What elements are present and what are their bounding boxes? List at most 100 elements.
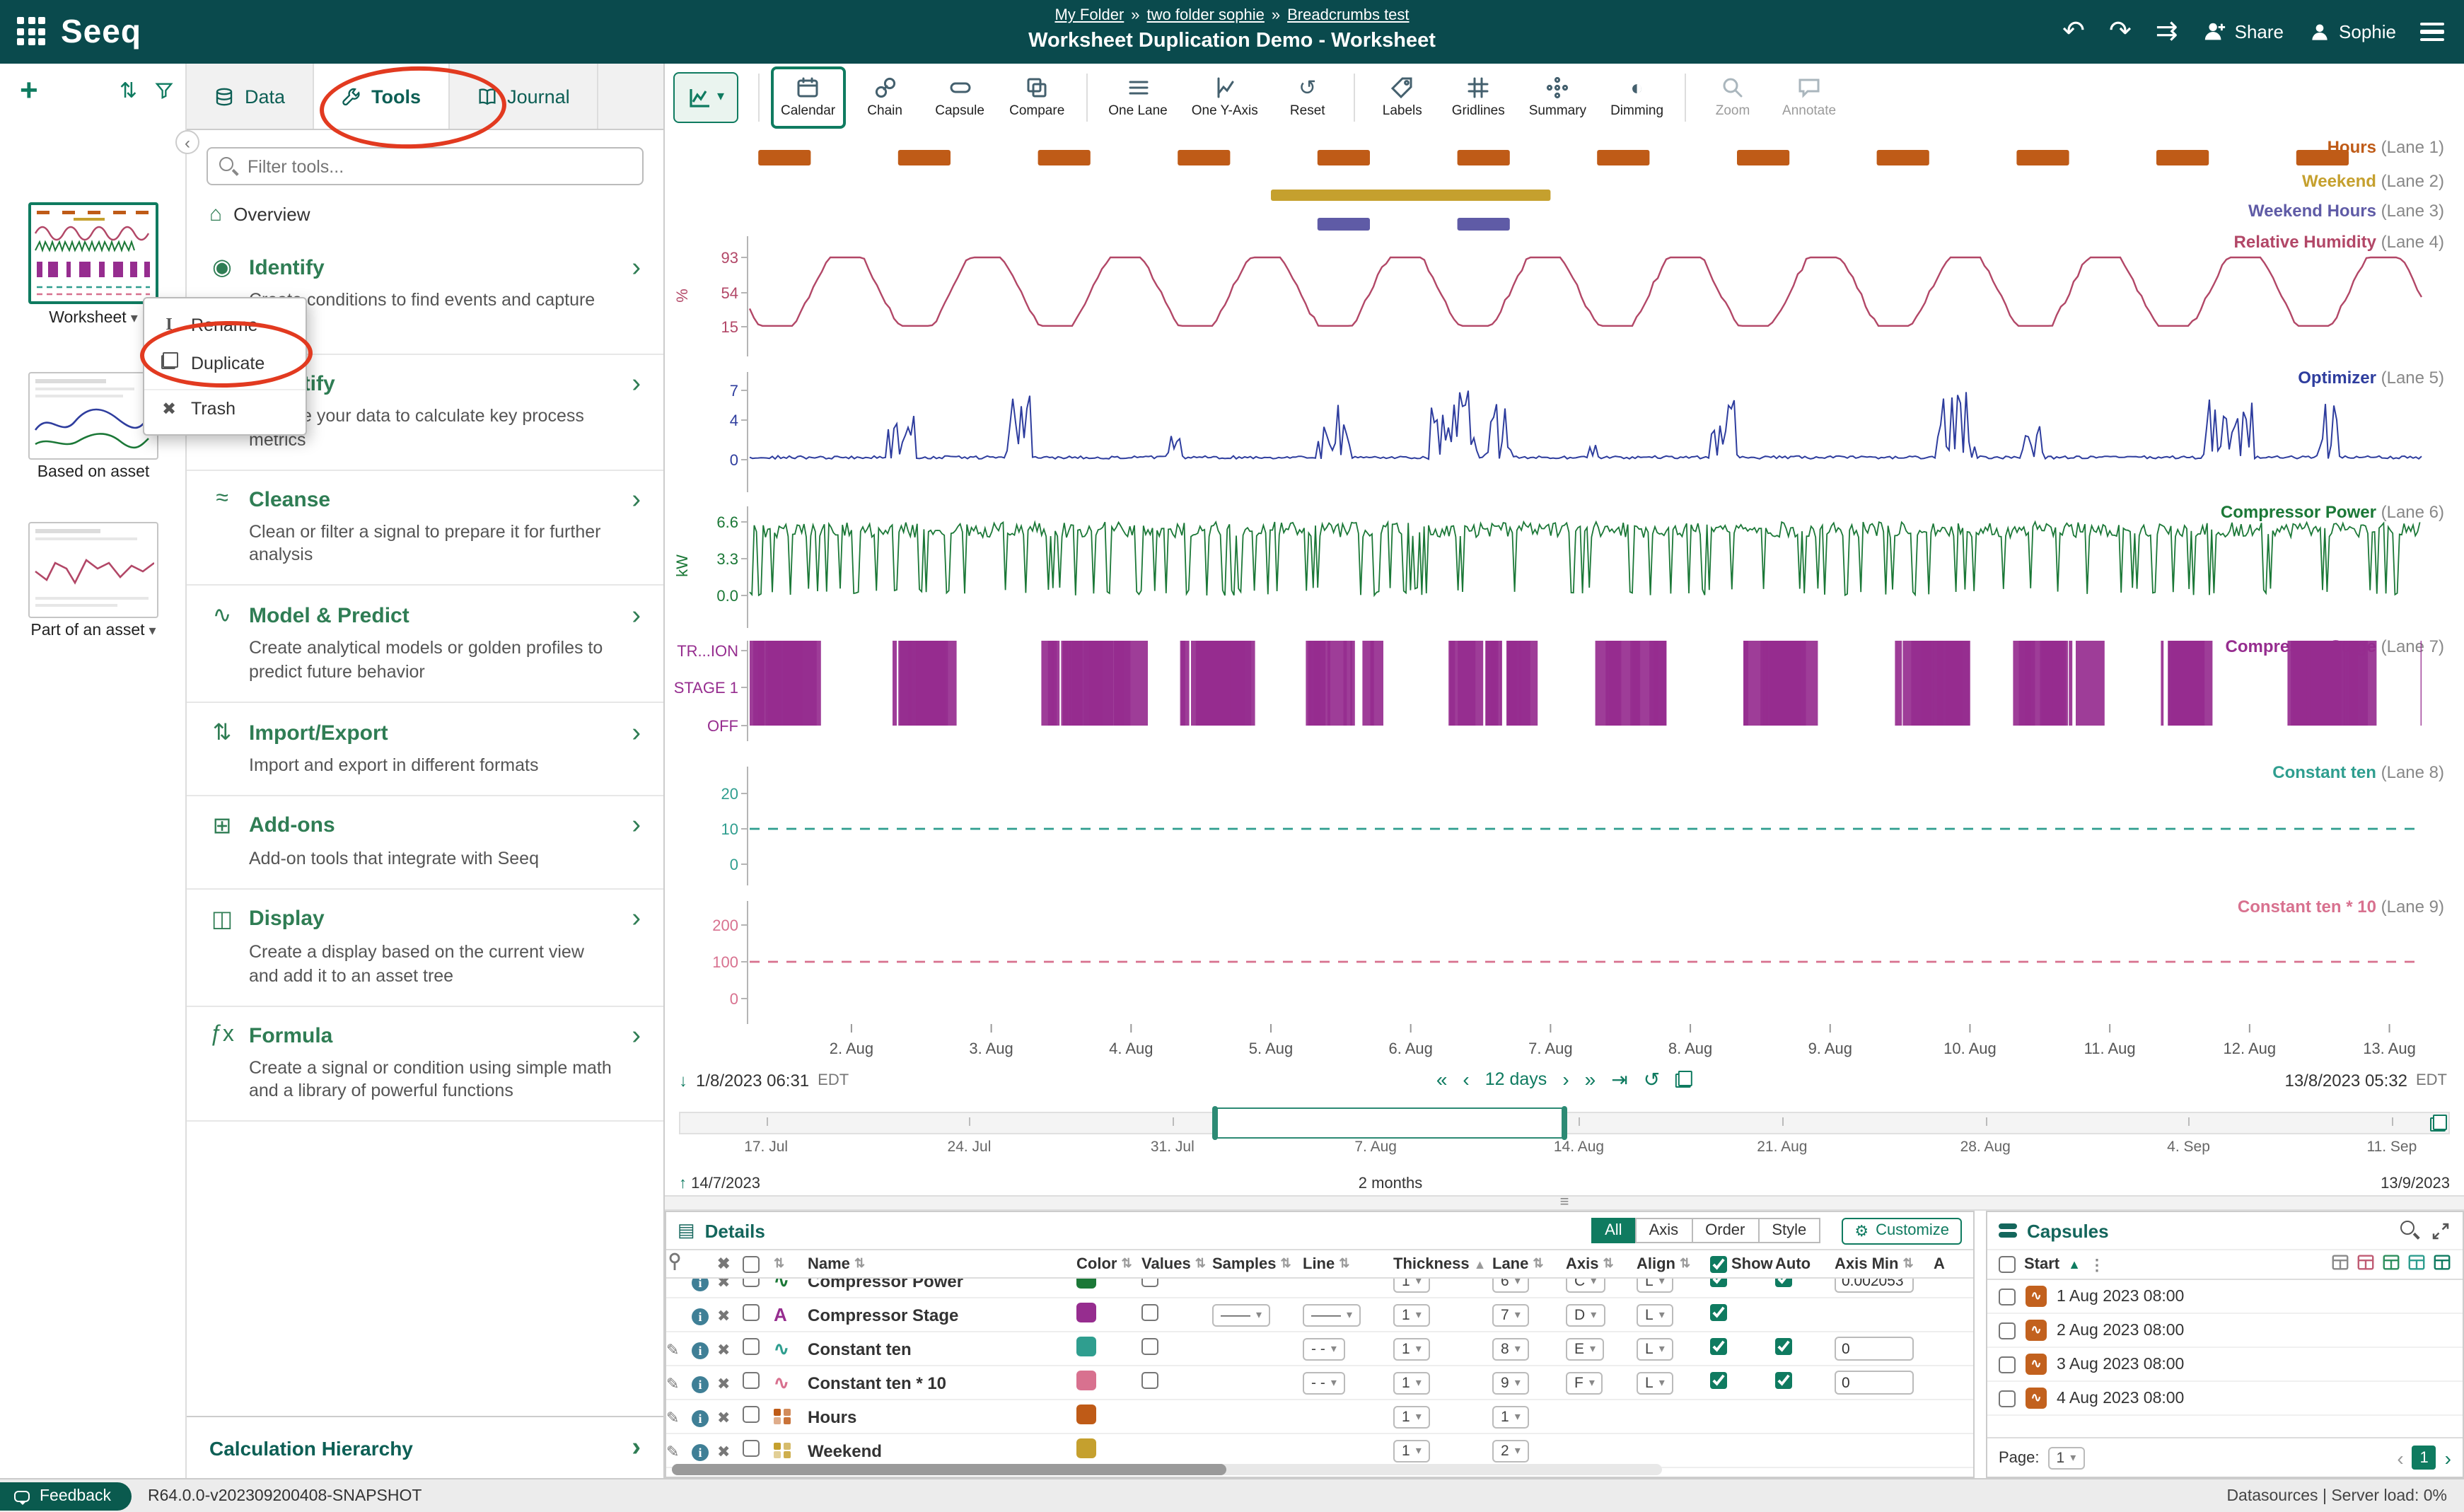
capsule-bar[interactable]: [1318, 218, 1370, 231]
context-menu-trash[interactable]: ✖ Trash: [144, 389, 306, 427]
row-select-checkbox[interactable]: [743, 1338, 760, 1355]
info-icon[interactable]: i: [692, 1409, 709, 1426]
axis-min-input[interactable]: 0: [1835, 1337, 1914, 1361]
stage-bar[interactable]: [929, 641, 935, 726]
step-forward-button[interactable]: ›: [1562, 1069, 1569, 1089]
trend-chart[interactable]: Hours (Lane 1)Weekend (Lane 2)Weekend Ho…: [665, 130, 2464, 1066]
toolbar-button-one-y-axis[interactable]: One Y-Axis: [1182, 66, 1268, 128]
stage-bar[interactable]: [783, 641, 788, 726]
capsule-bar[interactable]: [2016, 150, 2069, 165]
toolbar-button-zoom[interactable]: Zoom: [1697, 66, 1768, 128]
remove-icon[interactable]: ✖: [717, 1376, 730, 1392]
worksheet-label-3[interactable]: Part of an asset▾: [0, 622, 187, 639]
column-header-thickness[interactable]: Thickness▲: [1393, 1255, 1492, 1272]
color-swatch[interactable]: [1076, 1303, 1096, 1322]
capsule-bar[interactable]: [2296, 150, 2349, 165]
axis-min-input[interactable]: 0.002053: [1835, 1279, 1914, 1293]
align-select[interactable]: L▾: [1637, 1337, 1673, 1360]
capsule-bar[interactable]: [1458, 150, 1510, 165]
capsule-table-view-icon-4[interactable]: [2407, 1253, 2426, 1276]
breadcrumb-link-my-folder[interactable]: My Folder: [1054, 7, 1124, 24]
toolbar-button-one-lane[interactable]: One Lane: [1098, 66, 1177, 128]
column-header-line[interactable]: Line⇅: [1303, 1255, 1393, 1272]
toolbar-button-summary[interactable]: Summary: [1519, 66, 1596, 128]
stage-bar[interactable]: [2421, 641, 2422, 726]
axis-select[interactable]: C▾: [1566, 1279, 1605, 1292]
timeline-start-date[interactable]: 14/7/2023: [691, 1175, 760, 1192]
worksheet-thumbnail-2[interactable]: [28, 372, 158, 460]
lane-select[interactable]: 1▾: [1492, 1405, 1529, 1428]
worksheet-thumbnail-3[interactable]: [28, 522, 158, 618]
thickness-select[interactable]: 1▾: [1393, 1337, 1430, 1360]
values-checkbox[interactable]: [1141, 1279, 1158, 1287]
capsule-row[interactable]: ∿4 Aug 2023 08:00: [1987, 1382, 2463, 1416]
capsule-table-view-icon-5[interactable]: [2433, 1253, 2451, 1276]
tool-item-add-ons[interactable]: ⊞Add-ons›Add-on tools that integrate wit…: [187, 796, 663, 890]
toolbar-button-compare[interactable]: Compare: [999, 66, 1074, 128]
range-end[interactable]: 13/8/2023 05:32: [2285, 1071, 2408, 1091]
current-page-button[interactable]: 1: [2412, 1446, 2436, 1470]
lane-select[interactable]: 9▾: [1492, 1371, 1529, 1394]
breadcrumb-link-breadcrumbs-test[interactable]: Breadcrumbs test: [1287, 7, 1409, 24]
info-icon[interactable]: i: [692, 1308, 709, 1325]
info-icon[interactable]: i: [692, 1376, 709, 1392]
app-grid-icon[interactable]: [17, 17, 47, 47]
remove-icon[interactable]: ✖: [717, 1443, 730, 1460]
row-select-checkbox[interactable]: [743, 1440, 760, 1457]
view-button-all[interactable]: All: [1591, 1218, 1636, 1243]
details-horizontal-scrollbar[interactable]: [672, 1464, 1662, 1475]
step-far-back-button[interactable]: «: [1436, 1069, 1448, 1089]
step-far-forward-button[interactable]: »: [1585, 1069, 1596, 1089]
add-worksheet-button[interactable]: +: [20, 75, 38, 106]
stage-bar[interactable]: [1309, 641, 1320, 726]
context-menu-duplicate[interactable]: Duplicate: [144, 344, 306, 382]
details-row-constant-ten[interactable]: ✎i✖∿Constant ten- -▾1▾8▾E▾L▾0: [666, 1332, 1973, 1366]
values-checkbox[interactable]: [1141, 1304, 1158, 1321]
details-row-constant-ten-10[interactable]: ✎i✖∿Constant ten * 10- -▾1▾9▾F▾L▾0: [666, 1366, 1973, 1400]
worksheet-caret-icon[interactable]: ▾: [149, 624, 156, 639]
details-row-weekend[interactable]: ✎i✖Weekend1▾2▾: [666, 1434, 1973, 1468]
info-icon[interactable]: i: [692, 1279, 709, 1291]
lane-select[interactable]: 2▾: [1492, 1439, 1529, 1462]
view-button-axis[interactable]: Axis: [1635, 1218, 1693, 1243]
details-row-compressor-stage[interactable]: i✖ACompressor Stage——▾——▾1▾7▾D▾L▾: [666, 1298, 1973, 1332]
stage-bar[interactable]: [1181, 641, 1185, 726]
color-swatch[interactable]: [1076, 1337, 1096, 1356]
capsule-table-view-icon-3[interactable]: [2382, 1253, 2400, 1276]
line-style-select[interactable]: - -▾: [1303, 1371, 1345, 1394]
details-row-hours[interactable]: ✎i✖Hours1▾1▾: [666, 1400, 1973, 1434]
tool-item-model-predict[interactable]: ∿Model & Predict›Create analytical model…: [187, 586, 663, 704]
toolbar-button-gridlines[interactable]: Gridlines: [1442, 66, 1515, 128]
column-header-axis[interactable]: Axis⇅: [1566, 1255, 1637, 1272]
view-button-style[interactable]: Style: [1757, 1218, 1820, 1243]
copy-range-button[interactable]: [1675, 1071, 1692, 1088]
sort-worksheets-icon[interactable]: ⇅: [120, 78, 137, 103]
capsule-row[interactable]: ∿2 Aug 2023 08:00: [1987, 1314, 2463, 1348]
info-icon[interactable]: i: [692, 1443, 709, 1460]
line-style-select[interactable]: - -▾: [1303, 1337, 1345, 1360]
show-checkbox[interactable]: [1710, 1279, 1727, 1287]
tool-item-formula[interactable]: ƒxFormula›Create a signal or condition u…: [187, 1006, 663, 1122]
stage-bar[interactable]: [2161, 641, 2163, 726]
auto-checkbox[interactable]: [1775, 1372, 1792, 1389]
details-select-all-checkbox[interactable]: [743, 1255, 760, 1272]
stage-bar[interactable]: [2040, 641, 2044, 726]
page-select[interactable]: 1▾: [2048, 1446, 2085, 1469]
remove-icon[interactable]: ✖: [717, 1409, 730, 1426]
stage-bar[interactable]: [2343, 641, 2368, 726]
signal-line-optimizer[interactable]: [750, 390, 2422, 459]
remove-icon[interactable]: ✖: [717, 1342, 730, 1359]
axis-select[interactable]: D▾: [1566, 1303, 1605, 1326]
close-all-icon[interactable]: ✖: [717, 1255, 730, 1273]
color-swatch[interactable]: [1076, 1279, 1096, 1289]
capsule-checkbox[interactable]: [1999, 1288, 2016, 1305]
user-menu[interactable]: Sophie: [2308, 21, 2396, 43]
stage-bar[interactable]: [1222, 641, 1231, 726]
timeline-end-date[interactable]: 13/9/2023: [2381, 1175, 2450, 1192]
row-select-checkbox[interactable]: [743, 1372, 760, 1389]
edit-icon[interactable]: ✎: [666, 1409, 679, 1426]
worksheet-caret-icon[interactable]: ▾: [131, 311, 138, 327]
toolbar-button-calendar[interactable]: Calendar: [771, 66, 845, 128]
stage-bar[interactable]: [1114, 641, 1120, 726]
toolbar-button-labels[interactable]: Labels: [1367, 66, 1438, 128]
